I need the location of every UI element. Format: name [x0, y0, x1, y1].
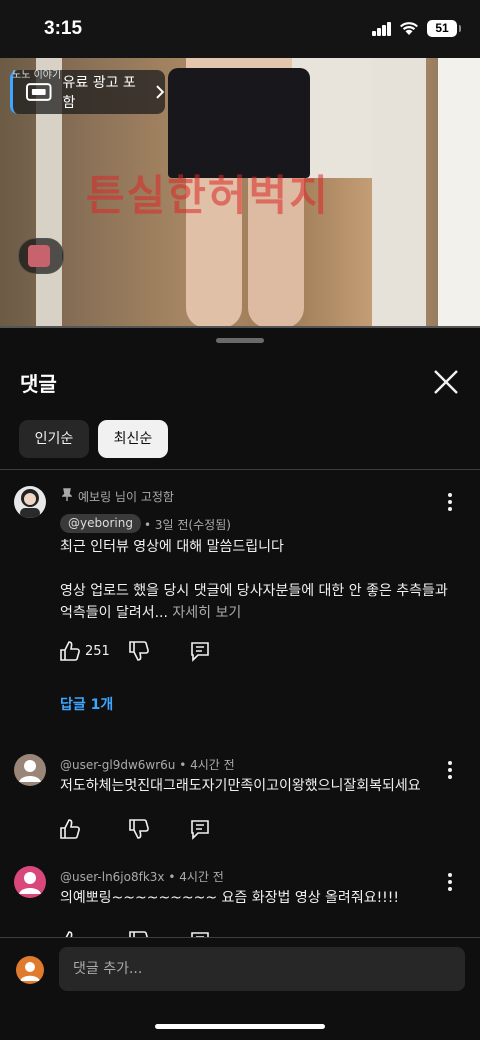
comments-sheet: 댓글 인기순 최신순 예보링 님이 고정함 @yeboring • 3일 전(수… [0, 328, 480, 1039]
comment-time-text: 3일 전(수정됨) [154, 518, 231, 532]
comment-item: @user-gl9dw6wr6u • 4시간 전 저도하체는멋진대그래도자기만족… [0, 748, 480, 848]
reply-icon[interactable] [189, 818, 211, 840]
default-avatar-icon [19, 872, 41, 894]
comment-time-text: 4시간 전 [190, 758, 235, 772]
sheet-title: 댓글 [20, 372, 57, 396]
close-icon[interactable] [430, 366, 462, 398]
default-avatar-icon [20, 962, 40, 981]
battery-icon: 51 [427, 20, 461, 37]
default-avatar-icon [19, 760, 41, 782]
see-more-link[interactable]: 자세히 보기 [172, 605, 241, 621]
more-options-icon[interactable] [440, 758, 460, 782]
my-avatar [16, 956, 44, 984]
sort-chip-newest[interactable]: 최신순 [98, 420, 168, 458]
channel-thumbnail [28, 245, 50, 267]
comment-author[interactable]: @user-ln6jo8fk3x [60, 870, 165, 884]
cellular-signal-icon [372, 22, 392, 36]
status-time: 3:15 [44, 18, 83, 39]
comment-composer-bar [0, 937, 480, 1040]
channel-avatar-button[interactable] [18, 238, 64, 274]
drag-handle[interactable] [216, 338, 264, 343]
avatar[interactable] [14, 754, 46, 786]
more-options-icon[interactable] [440, 490, 460, 514]
channel-watermark: 노노 이야기 [12, 70, 62, 81]
person-photo-icon [20, 489, 40, 518]
comment-time-text: 4시간 전 [179, 870, 224, 884]
reply-icon[interactable] [189, 640, 211, 662]
comment-text-line: 영상 업로드 했을 당시 댓글에 당사자분들에 대한 안 좋은 추측들과 [60, 583, 448, 599]
like-icon[interactable] [59, 640, 81, 662]
video-overlay-caption: 튼실한허벅지 [86, 171, 330, 220]
home-indicator[interactable] [155, 1024, 325, 1029]
avatar[interactable] [14, 866, 46, 898]
comment-time: • 3일 전(수정됨) [144, 518, 231, 532]
comment-text-line: 최근 인터뷰 영상에 대해 말씀드립니다 [60, 539, 284, 555]
pinned-label: 예보링 님이 고정함 [78, 490, 174, 504]
video-player[interactable]: 튼실한허벅지 유료 광고 포함 노노 이야기 [0, 58, 480, 328]
avatar[interactable] [14, 486, 46, 518]
like-count: 251 [85, 644, 110, 659]
comment-meta: @user-gl9dw6wr6u • 4시간 전 [60, 758, 235, 772]
comment-item-pinned: 예보링 님이 고정함 @yeboring • 3일 전(수정됨) 최근 인터뷰 … [0, 478, 480, 728]
comment-text-truncated: 억측들이 달려서... [60, 605, 168, 621]
paid-promotion-label: 유료 광고 포함 [62, 75, 136, 111]
pin-icon [62, 488, 72, 501]
more-options-icon[interactable] [440, 870, 460, 894]
comment-meta: @user-ln6jo8fk3x • 4시간 전 [60, 870, 224, 884]
wifi-icon [400, 22, 418, 35]
comment-text: 의예뽀링~~~~~~~~~ 요즘 화장법 영상 올려줘요!!!! [60, 890, 400, 906]
divider [0, 469, 480, 470]
comment-author-chip[interactable]: @yeboring [60, 514, 141, 533]
status-bar: 3:15 51 [0, 0, 480, 58]
paid-promotion-icon [25, 83, 52, 101]
comment-text-line: 억측들이 달려서... 자세히 보기 [60, 602, 241, 624]
dislike-icon[interactable] [128, 818, 150, 840]
chevron-right-icon [156, 85, 165, 99]
dislike-icon[interactable] [128, 640, 150, 662]
comment-item: @user-ln6jo8fk3x • 4시간 전 의예뽀링~~~~~~~~~ 요… [0, 860, 480, 938]
view-replies-button[interactable]: 답글 1개 [60, 694, 113, 714]
comment-text: 저도하체는멋진대그래도자기만족이고이왕했으니잘회복되세요 [60, 778, 421, 794]
comment-author[interactable]: @user-gl9dw6wr6u [60, 758, 175, 772]
like-icon[interactable] [59, 818, 81, 840]
sort-chip-popular[interactable]: 인기순 [19, 420, 89, 458]
add-comment-input[interactable] [59, 947, 465, 991]
